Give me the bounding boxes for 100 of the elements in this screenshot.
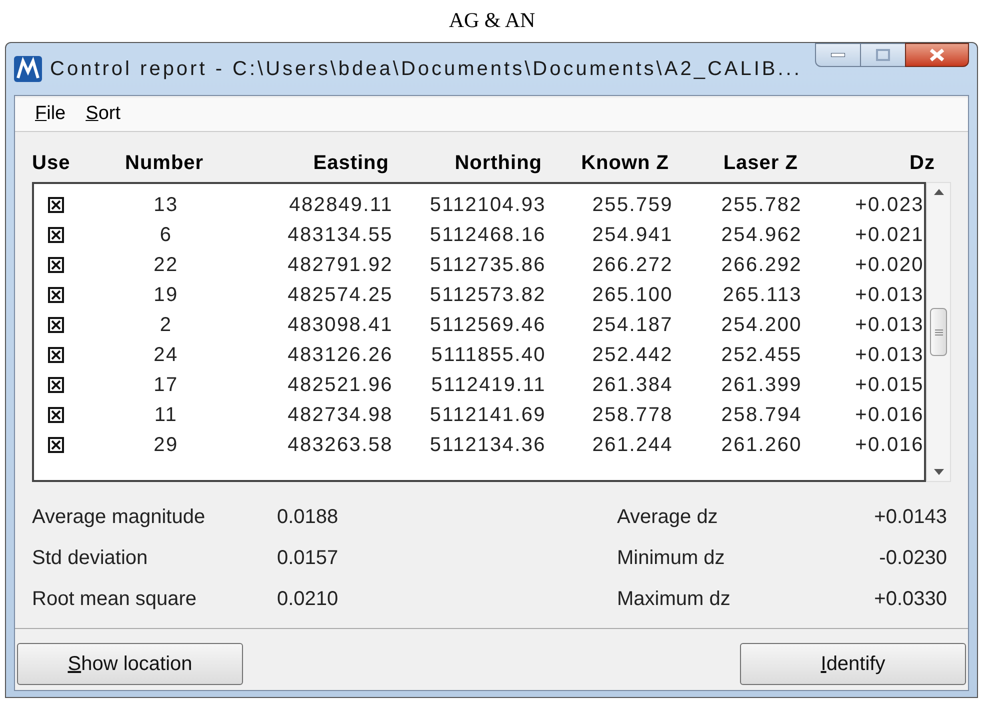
table-cell-text: +0.021 <box>854 223 924 248</box>
menu-item[interactable]: File <box>35 100 66 129</box>
scroll-down-icon[interactable] <box>934 469 944 475</box>
table-cell-text: +0.023 <box>854 193 924 218</box>
column-header[interactable]: Known Z <box>546 148 673 178</box>
table-cell-text: 11 <box>153 403 179 428</box>
minimize-button[interactable] <box>815 43 861 67</box>
table-cell-text: 482521.96 <box>286 373 393 398</box>
column-header[interactable]: Use <box>32 148 120 178</box>
dialog-button[interactable]: Identify <box>740 643 966 685</box>
stat-value: +0.0143 <box>873 505 947 530</box>
table-cell-text: +0.016 <box>854 433 924 458</box>
grip-icon <box>934 328 942 336</box>
checkbox[interactable] <box>48 377 64 393</box>
table-cell-text: 266.272 <box>591 253 673 278</box>
table-cell-text: 261.384 <box>591 373 673 398</box>
dialog-button[interactable]: Show location <box>17 643 243 685</box>
table-cell-text: 6 <box>158 223 174 248</box>
table-cell-text: 266.292 <box>720 253 802 278</box>
app-logo-icon <box>14 56 42 82</box>
checkbox[interactable] <box>48 317 64 333</box>
column-header[interactable]: Easting <box>270 148 393 178</box>
checkbox[interactable] <box>48 347 64 363</box>
table-cell-text: 5112569.46 <box>428 313 546 338</box>
stat-label: Maximum dz <box>617 587 732 612</box>
column-header[interactable]: Laser Z <box>673 148 802 178</box>
scroll-thumb[interactable] <box>930 308 947 356</box>
maximize-button[interactable] <box>861 43 905 67</box>
table-cell-text: 482849.11 <box>288 193 393 218</box>
table-cell-text: 258.794 <box>720 403 802 428</box>
table-cell-text: 483126.26 <box>286 343 393 368</box>
table-cell-text: 5112104.93 <box>428 193 546 218</box>
checkbox[interactable] <box>48 407 64 423</box>
table-cell-text: 13 <box>152 193 180 218</box>
table-cell-text: 5112419.11 <box>430 373 546 398</box>
table-cell-text: 483134.55 <box>286 223 393 248</box>
checkbox[interactable] <box>48 197 64 213</box>
table-cell-text: +0.013 <box>854 283 924 308</box>
menu-item[interactable]: Sort <box>86 100 120 129</box>
table-cell-text: +0.016 <box>854 403 924 428</box>
table-cell-text: 5112573.82 <box>428 283 546 308</box>
maximize-icon <box>876 49 890 61</box>
table-cell-text: 17 <box>152 373 180 398</box>
table-cell-text: 252.455 <box>720 343 802 368</box>
table-cell-text: 255.759 <box>591 193 673 218</box>
table-cell-text: 482791.92 <box>286 253 393 278</box>
table-cell-text: +0.015 <box>854 373 924 398</box>
table-cell-text: 265.113 <box>722 283 802 308</box>
table-cell-text: 261.399 <box>720 373 802 398</box>
minimize-icon <box>831 53 845 57</box>
table-cell-text: +0.020 <box>854 253 924 278</box>
stat-value: -0.0230 <box>878 546 947 571</box>
table-cell-text: 5112141.69 <box>428 403 546 428</box>
stat-label: Minimum dz <box>617 546 726 571</box>
table-cell-text: +0.013 <box>854 343 924 368</box>
table-cell-text: 265.100 <box>591 283 673 308</box>
table-cell-text: 261.244 <box>591 433 673 458</box>
column-header[interactable]: Dz <box>802 148 939 178</box>
table-cell-text: 5112134.36 <box>428 433 546 458</box>
table-cell-text: 258.778 <box>591 403 673 428</box>
stat-label: Std deviation <box>32 546 149 571</box>
table-cell-text: 2 <box>158 313 174 338</box>
table-cell-text: 254.962 <box>720 223 802 248</box>
scroll-up-icon[interactable] <box>934 189 944 195</box>
checkbox[interactable] <box>48 437 64 453</box>
close-icon <box>929 48 945 62</box>
close-button[interactable] <box>905 43 969 67</box>
table-cell-text: 483263.58 <box>286 433 393 458</box>
stat-value: 0.0157 <box>277 546 340 571</box>
stat-label: Average magnitude <box>32 505 206 530</box>
stat-value: 0.0188 <box>277 505 340 530</box>
stat-value: 0.0210 <box>277 587 340 612</box>
table-cell-text: 24 <box>152 343 180 368</box>
table-cell-text: 22 <box>152 253 180 278</box>
table-cell-text: +0.013 <box>854 313 924 338</box>
table-cell-text: 29 <box>152 433 180 458</box>
table-cell-text: 482734.98 <box>286 403 393 428</box>
column-header[interactable]: Northing <box>393 148 546 178</box>
table-cell-text: 254.187 <box>591 313 673 338</box>
stat-label: Average dz <box>617 505 719 530</box>
table-cell-text: 5112735.86 <box>428 253 546 278</box>
scrollbar[interactable] <box>926 182 951 482</box>
column-header[interactable]: Number <box>120 148 270 178</box>
table-cell-text: 5112468.16 <box>428 223 546 248</box>
table-cell-text: 19 <box>152 283 180 308</box>
table-cell-text: 252.442 <box>591 343 673 368</box>
table-cell-text: 254.200 <box>720 313 802 338</box>
stat-value: +0.0330 <box>873 587 947 612</box>
table-cell-text: 483098.41 <box>286 313 393 338</box>
table-cell-text: 5111855.40 <box>430 343 546 368</box>
checkbox[interactable] <box>48 287 64 303</box>
table-cell-text: 261.260 <box>720 433 802 458</box>
checkbox[interactable] <box>48 257 64 273</box>
table-cell-text: 482574.25 <box>286 283 393 308</box>
table-cell-text: 255.782 <box>720 193 802 218</box>
checkbox[interactable] <box>48 227 64 243</box>
window-title: Control report - C:\Users\bdea\Documents\Documents\A2_CALIB... <box>50 57 802 82</box>
caption: AG & AN <box>448 7 536 34</box>
stat-label: Root mean square <box>32 587 198 612</box>
table-cell-text: 254.941 <box>591 223 673 248</box>
